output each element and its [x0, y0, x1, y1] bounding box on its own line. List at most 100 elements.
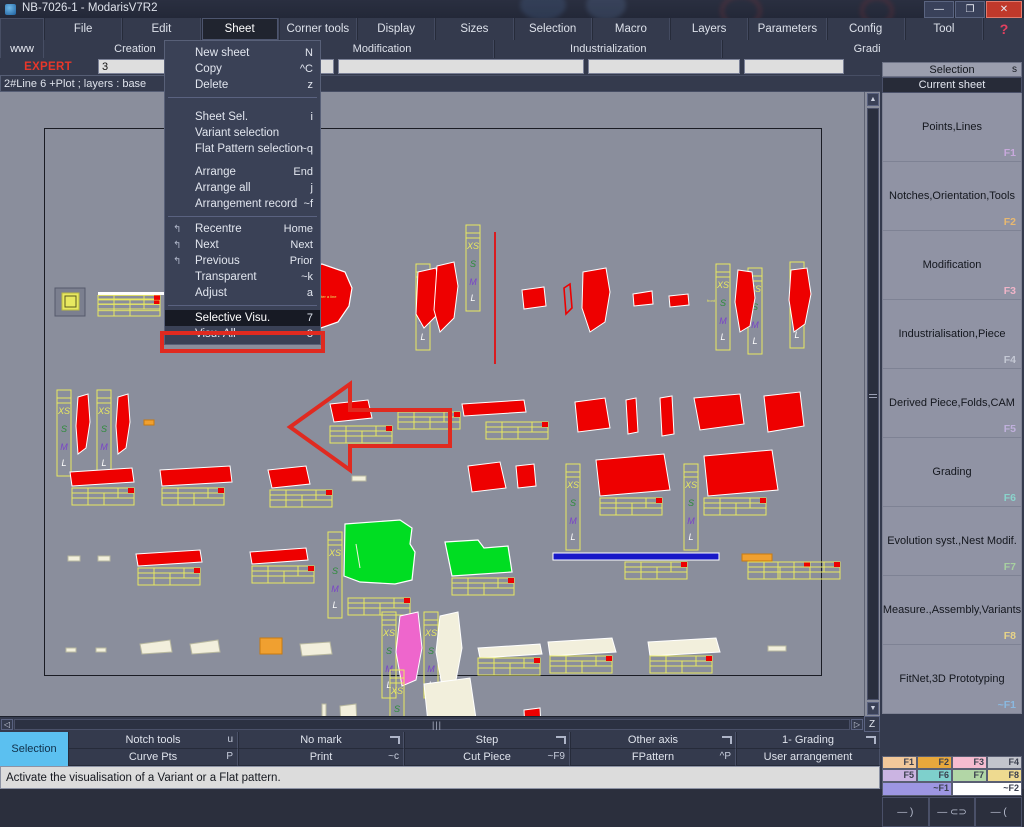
scroll-up-button[interactable]: ▲ [867, 93, 879, 106]
menu-option-copy[interactable]: Copy ^C [165, 61, 320, 77]
menu-option-arrange-all[interactable]: Arrange all j [165, 180, 320, 196]
menu-item-display[interactable]: Display [357, 18, 436, 40]
z-axis-button[interactable]: Z [864, 716, 880, 732]
swatch-F5[interactable]: F5 [882, 769, 917, 782]
menu-item-tool[interactable]: Tool [904, 18, 983, 40]
field-b[interactable] [338, 59, 584, 74]
panel-button-derived-piece-folds-cam[interactable]: Derived Piece,Folds,CAM F5 [882, 369, 1022, 438]
menu-item-sizes[interactable]: Sizes [435, 18, 514, 40]
www-button[interactable]: www [0, 18, 44, 58]
menu-item-file[interactable]: File [44, 18, 123, 40]
canvas-vertical-scrollbar[interactable]: ▲ ▼ [864, 92, 880, 716]
tool-user-arrangement[interactable]: User arrangement [736, 749, 880, 766]
panel-button-label: Grading [932, 466, 972, 478]
menu-item-config[interactable]: Config [826, 18, 905, 40]
tool-print[interactable]: Print ~c [238, 749, 404, 766]
minimize-button[interactable]: — [924, 1, 954, 18]
menu-option-next[interactable]: ↰ Next Next [165, 237, 320, 253]
panel-current-sheet[interactable]: Current sheet [882, 77, 1022, 93]
canvas-horizontal-scrollbar[interactable]: ◁ ▷ ||| [0, 716, 864, 732]
panel-button-grading[interactable]: Grading F6 [882, 438, 1022, 507]
menu-item-selection[interactable]: Selection [513, 18, 592, 40]
menu-item-layers[interactable]: Layers [670, 18, 749, 40]
menu-option-delete[interactable]: Delete z [165, 77, 320, 93]
panel-button-modification[interactable]: Modification F3 [882, 231, 1022, 300]
menu-option-new-sheet[interactable]: New sheet N [165, 45, 320, 61]
menu-option-adjust[interactable]: Adjust a [165, 285, 320, 301]
field-d[interactable] [744, 59, 844, 74]
submenu-corner-icon[interactable] [556, 736, 566, 744]
help-icon[interactable]: ? [983, 18, 1024, 40]
tail-control-3[interactable]: — ( [975, 797, 1023, 827]
close-button[interactable]: ✕ [986, 1, 1022, 18]
menu-option-arrangement-record[interactable]: Arrangement record ~f [165, 196, 320, 212]
tool-cut-piece[interactable]: Cut Piece ~F9 [404, 749, 570, 766]
sheet-dropdown-menu[interactable]: New sheet N Copy ^C Delete z Sheet Sel. i Varian… [164, 40, 321, 345]
menu-option-arrange[interactable]: Arrange End [165, 164, 320, 180]
tool-label: 1- Grading [782, 734, 834, 746]
vscroll-thumb[interactable] [869, 392, 877, 401]
selection-mode-button[interactable]: Selection [0, 732, 68, 766]
swatch-F2[interactable]: ~F2 [952, 782, 1022, 796]
hscroll-thumb[interactable]: ||| [432, 720, 442, 730]
menu-item-sheet[interactable]: Sheet [200, 18, 279, 40]
panel-button-industrialisation-piece[interactable]: Industrialisation,Piece F4 [882, 300, 1022, 369]
swatch-F3[interactable]: F3 [952, 756, 987, 769]
tool-no-mark[interactable]: No mark [238, 732, 404, 749]
size-input[interactable]: 3 [98, 59, 170, 74]
pattern-canvas[interactable]: XS S M L ponos c c [0, 92, 864, 716]
panel-button-measure-assembly-variants[interactable]: Measure.,Assembly,Variants F8 [882, 576, 1022, 645]
field-c[interactable] [588, 59, 740, 74]
scroll-right-button[interactable]: ▷ [851, 719, 863, 730]
menu-option-label: Transparent [195, 271, 257, 283]
tool-1-grading[interactable]: 1- Grading [736, 732, 880, 749]
submenu-corner-icon[interactable] [390, 736, 400, 744]
tool-curve-pts[interactable]: Curve Pts P [68, 749, 238, 766]
submenu-corner-icon[interactable] [722, 736, 732, 744]
menu-item-corner-tools[interactable]: Corner tools [278, 18, 357, 40]
panel-button-notches-orientation-tools[interactable]: Notches,Orientation,Tools F2 [882, 162, 1022, 231]
tool-other-axis[interactable]: Other axis [570, 732, 736, 749]
panel-selection-header[interactable]: Selection s [882, 62, 1022, 77]
menu-option-flat-pattern-selection[interactable]: Flat Pattern selection ~q [165, 141, 320, 157]
menu-option-label: Variant selection [195, 127, 280, 139]
right-function-panel: Selection s Current sheet Points,Lines F1… [880, 40, 1024, 827]
tail-control-1[interactable]: — ) [882, 797, 929, 827]
menu-item-macro[interactable]: Macro [591, 18, 670, 40]
swatch-F6[interactable]: F6 [917, 769, 952, 782]
swatch-F7[interactable]: F7 [952, 769, 987, 782]
swatch-F4[interactable]: F4 [987, 756, 1022, 769]
maximize-button[interactable]: ❐ [955, 1, 985, 18]
swatch-F8[interactable]: F8 [987, 769, 1022, 782]
panel-button-fitnet-3d-prototyping[interactable]: FitNet,3D Prototyping ~F1 [882, 645, 1022, 714]
menu-option-selective-visu-[interactable]: Selective Visu. 7 [165, 310, 320, 326]
submenu-corner-icon[interactable] [866, 736, 876, 744]
bottom-toolbar-row-1: Notch tools u No mark Step Other axis 1- Grad… [68, 732, 880, 749]
menu-option-sheet-sel-[interactable]: Sheet Sel. i [165, 109, 320, 125]
menu-option-recentre[interactable]: ↰ Recentre Home [165, 221, 320, 237]
swatch-F1[interactable]: ~F1 [882, 782, 952, 796]
panel-button-label: Modification [922, 259, 982, 271]
tool-label: Print [309, 751, 333, 763]
bottom-toolbar: Selection Notch tools u No mark Step Other a… [0, 732, 880, 766]
scroll-down-button[interactable]: ▼ [867, 702, 879, 715]
menu-option-transparent[interactable]: Transparent ~k [165, 269, 320, 285]
tool-step[interactable]: Step [404, 732, 570, 749]
tail-control-2[interactable]: — ⊂⊃ [928, 797, 976, 827]
menu-item-parameters[interactable]: Parameters [748, 18, 827, 40]
scroll-left-button[interactable]: ◁ [1, 719, 13, 730]
band-industrialization[interactable]: Industrialization [494, 40, 723, 58]
swatch-F1[interactable]: F1 [882, 756, 917, 769]
menu-option-visu-all[interactable]: Visu. All 8 [165, 326, 320, 342]
panel-button-evolution-syst-nest-modif-[interactable]: Evolution syst.,Nest Modif. F7 [882, 507, 1022, 576]
tool-fpattern[interactable]: FPattern ^P [570, 749, 736, 766]
panel-button-points-lines[interactable]: Points,Lines F1 [882, 93, 1022, 162]
tool-notch-tools[interactable]: Notch tools u [68, 732, 238, 749]
menu-option-variant-selection[interactable]: Variant selection [165, 125, 320, 141]
menu-option-previous[interactable]: ↰ Previous Prior [165, 253, 320, 269]
swatch-key: F8 [1008, 770, 1019, 780]
annotation-arrow [286, 380, 452, 474]
menu-item-edit[interactable]: Edit [122, 18, 201, 40]
vscroll-track[interactable] [867, 108, 879, 700]
swatch-F2[interactable]: F2 [917, 756, 952, 769]
